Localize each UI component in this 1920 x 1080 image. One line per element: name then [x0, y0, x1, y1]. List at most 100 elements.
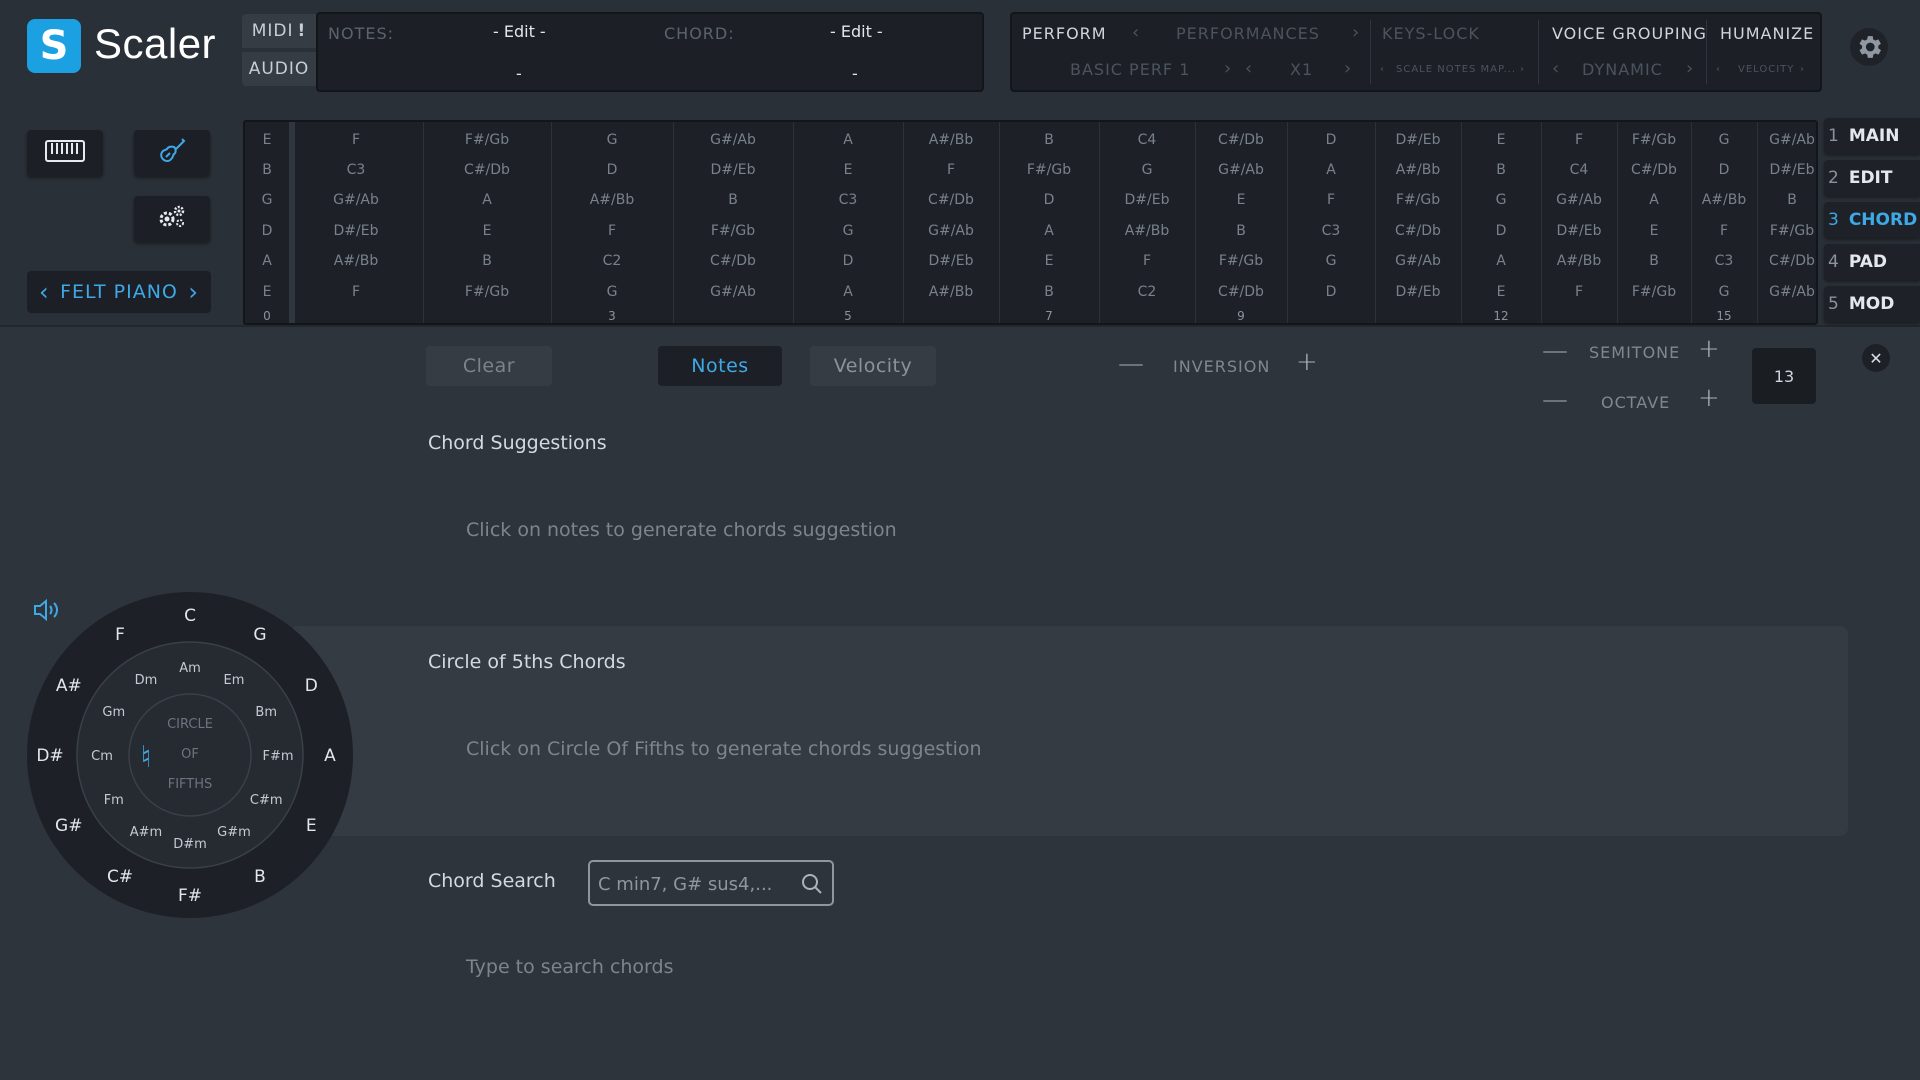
- fret-note[interactable]: B: [423, 253, 551, 269]
- fret-note[interactable]: D: [551, 162, 673, 178]
- voice-grouping-toggle[interactable]: VOICE GROUPING: [1552, 24, 1707, 43]
- humanize-prev-arrow[interactable]: ‹: [1716, 64, 1721, 75]
- fret-note[interactable]: A: [793, 132, 903, 148]
- humanize-velocity-value[interactable]: VELOCITY: [1738, 64, 1794, 75]
- fret-note[interactable]: F: [903, 162, 999, 178]
- fret-note[interactable]: C2: [1099, 284, 1195, 300]
- fret-column[interactable]: F#/Gb C#/Db A E B F#/Gb: [1617, 122, 1692, 323]
- voice-grouping-next-arrow[interactable]: ›: [1686, 58, 1694, 79]
- fret-note[interactable]: G: [1691, 132, 1757, 148]
- cof-major-key[interactable]: E: [306, 816, 317, 836]
- fret-note[interactable]: B: [673, 192, 793, 208]
- fret-note[interactable]: B: [999, 284, 1099, 300]
- cof-major-key[interactable]: B: [254, 867, 266, 887]
- fret-column[interactable]: D A F C3 G D: [1287, 122, 1376, 323]
- fret-note[interactable]: A: [1617, 192, 1691, 208]
- cof-major-key[interactable]: F#: [178, 886, 202, 906]
- fret-note[interactable]: D: [1691, 162, 1757, 178]
- fret-note[interactable]: D: [245, 223, 289, 239]
- fret-note[interactable]: F#/Gb: [1757, 223, 1827, 239]
- fret-note[interactable]: C#/Db: [1195, 132, 1287, 148]
- cof-major-key[interactable]: G: [253, 625, 266, 645]
- fret-note[interactable]: A: [1461, 253, 1541, 269]
- fret-note[interactable]: E: [793, 162, 903, 178]
- fret-note[interactable]: C#/Db: [423, 162, 551, 178]
- fret-note[interactable]: F: [1541, 284, 1617, 300]
- fret-note[interactable]: D#/Eb: [903, 253, 999, 269]
- fret-note[interactable]: B: [999, 132, 1099, 148]
- fret-note[interactable]: G: [1461, 192, 1541, 208]
- fret-note[interactable]: C#/Db: [903, 192, 999, 208]
- fret-note[interactable]: A: [245, 253, 289, 269]
- keys-lock-prev-arrow[interactable]: ‹: [1380, 64, 1385, 75]
- fretboard-grid[interactable]: E B G D A E 0 F C3 G#/Ab D#/Eb A#/Bb F F#/Gb C#/Db A E B F…: [243, 120, 1828, 325]
- perform-toggle[interactable]: PERFORM: [1022, 24, 1107, 43]
- chord-edit-value[interactable]: - Edit -: [830, 22, 883, 41]
- fret-column[interactable]: EBGDAE0: [245, 122, 295, 323]
- tab-main[interactable]: 1 MAIN: [1824, 118, 1920, 154]
- cof-minor-key[interactable]: D#m: [173, 837, 207, 852]
- fret-note[interactable]: E: [1195, 192, 1287, 208]
- fret-note[interactable]: D: [1287, 284, 1375, 300]
- chord-search-box[interactable]: [588, 860, 834, 906]
- cof-major-key[interactable]: D#: [36, 746, 63, 766]
- fret-note[interactable]: F: [289, 284, 423, 300]
- fret-note[interactable]: D: [793, 253, 903, 269]
- fret-note[interactable]: G: [1099, 162, 1195, 178]
- preset-next-arrow[interactable]: ›: [188, 278, 199, 306]
- basic-perf-value[interactable]: BASIC PERF 1: [1070, 60, 1190, 79]
- fret-column[interactable]: G#/Ab D#/Eb B F#/Gb C#/Db G#/Ab: [673, 122, 794, 323]
- tab-chord[interactable]: 3 CHORD: [1824, 202, 1920, 238]
- fret-note[interactable]: C3: [289, 162, 423, 178]
- fret-note[interactable]: A: [999, 223, 1099, 239]
- fret-note[interactable]: F#/Gb: [1195, 253, 1287, 269]
- fret-note[interactable]: D#/Eb: [1757, 162, 1827, 178]
- fret-note[interactable]: F: [1287, 192, 1375, 208]
- fret-note[interactable]: C3: [793, 192, 903, 208]
- humanize-toggle[interactable]: HUMANIZE: [1720, 24, 1814, 43]
- fret-note[interactable]: A#/Bb: [551, 192, 673, 208]
- fret-column[interactable]: F#/Gb C#/Db A E B F#/Gb: [423, 122, 552, 323]
- fret-column[interactable]: C#/Db G#/Ab E B F#/Gb C#/Db 9: [1195, 122, 1288, 323]
- fret-column[interactable]: G D A#/Bb F C3 G 15: [1691, 122, 1758, 323]
- fret-column[interactable]: D#/Eb A#/Bb F#/Gb C#/Db G#/Ab D#/Eb: [1375, 122, 1462, 323]
- clear-button[interactable]: Clear: [426, 346, 552, 386]
- x1-value[interactable]: X1: [1290, 60, 1313, 79]
- x1-next-arrow[interactable]: ›: [1344, 58, 1352, 79]
- fret-note[interactable]: E: [1461, 132, 1541, 148]
- fret-column[interactable]: A E C3 G D A 5: [793, 122, 904, 323]
- fret-note[interactable]: G#/Ab: [1195, 162, 1287, 178]
- fret-note[interactable]: C#/Db: [1195, 284, 1287, 300]
- fret-note[interactable]: G#/Ab: [1757, 284, 1827, 300]
- fret-note[interactable]: G#/Ab: [1375, 253, 1461, 269]
- cof-major-key[interactable]: C#: [107, 867, 133, 887]
- cof-minor-key[interactable]: Dm: [135, 673, 158, 688]
- guitar-view-button[interactable]: [134, 130, 210, 176]
- octave-plus-button[interactable]: +: [1698, 383, 1720, 413]
- natural-sign-icon[interactable]: ♮: [141, 740, 152, 775]
- fret-note[interactable]: G#/Ab: [673, 284, 793, 300]
- cof-minor-key[interactable]: F#m: [262, 749, 293, 764]
- fret-column[interactable]: F C3 G#/Ab D#/Eb A#/Bb F: [289, 122, 424, 323]
- fret-note[interactable]: A#/Bb: [1099, 223, 1195, 239]
- cof-minor-key[interactable]: Fm: [104, 793, 124, 808]
- fret-note[interactable]: A: [1287, 162, 1375, 178]
- fret-note[interactable]: D#/Eb: [1541, 223, 1617, 239]
- fret-note[interactable]: F#/Gb: [1375, 192, 1461, 208]
- cof-minor-key[interactable]: A#m: [130, 825, 162, 840]
- fret-note[interactable]: B: [1617, 253, 1691, 269]
- fret-note[interactable]: D: [1287, 132, 1375, 148]
- fret-note[interactable]: A: [793, 284, 903, 300]
- fret-note[interactable]: A#/Bb: [903, 132, 999, 148]
- x1-prev-arrow[interactable]: ‹: [1245, 58, 1253, 79]
- keys-lock-toggle[interactable]: KEYS-LOCK: [1382, 24, 1480, 43]
- tab-edit[interactable]: 2 EDIT: [1824, 160, 1920, 196]
- fret-note[interactable]: C2: [551, 253, 673, 269]
- voice-grouping-value[interactable]: DYNAMIC: [1582, 60, 1663, 79]
- notes-mode-button[interactable]: Notes: [658, 346, 782, 386]
- midi-button[interactable]: MIDI!: [242, 14, 316, 48]
- fret-note[interactable]: E: [999, 253, 1099, 269]
- voice-grouping-prev-arrow[interactable]: ‹: [1552, 58, 1560, 79]
- fret-column[interactable]: B F#/Gb D A E B 7: [999, 122, 1100, 323]
- fret-note[interactable]: G: [1287, 253, 1375, 269]
